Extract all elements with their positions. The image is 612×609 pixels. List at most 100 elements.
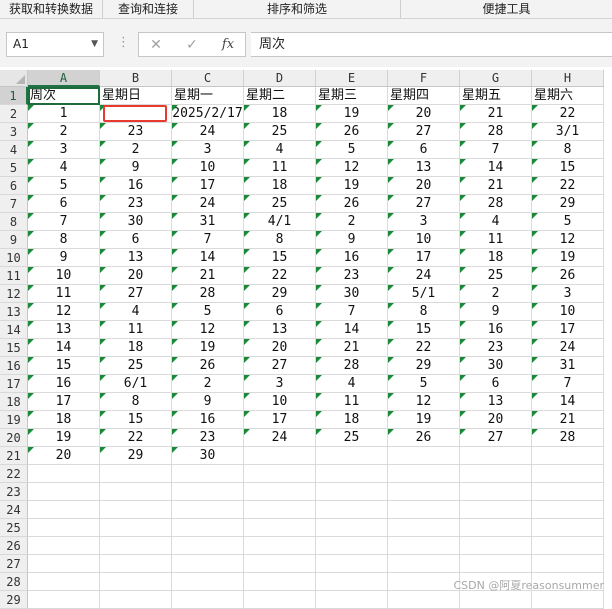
cell-d3[interactable]: 25 xyxy=(244,123,316,141)
cell-a8[interactable]: 7 xyxy=(28,213,100,231)
cell-e14[interactable]: 14 xyxy=(316,321,388,339)
cell-a28[interactable] xyxy=(28,573,100,591)
cell-g14[interactable]: 16 xyxy=(460,321,532,339)
cell-b29[interactable] xyxy=(100,591,172,609)
cell-a21[interactable]: 20 xyxy=(28,447,100,465)
cell-a1[interactable]: 周次 xyxy=(28,87,100,105)
cell-c2[interactable]: 2025/2/17 xyxy=(172,105,244,123)
row-header-25[interactable]: 25 xyxy=(0,519,28,537)
cell-a23[interactable] xyxy=(28,483,100,501)
cell-f17[interactable]: 5 xyxy=(388,375,460,393)
cell-f5[interactable]: 13 xyxy=(388,159,460,177)
cell-g19[interactable]: 20 xyxy=(460,411,532,429)
ribbon-group-sort-filter[interactable]: 排序和筛选 xyxy=(194,0,401,18)
row-header-27[interactable]: 27 xyxy=(0,555,28,573)
cell-g16[interactable]: 30 xyxy=(460,357,532,375)
cell-d13[interactable]: 6 xyxy=(244,303,316,321)
cell-f28[interactable] xyxy=(388,573,460,591)
cell-d14[interactable]: 13 xyxy=(244,321,316,339)
cell-d17[interactable]: 3 xyxy=(244,375,316,393)
row-header-12[interactable]: 12 xyxy=(0,285,28,303)
column-header-b[interactable]: B xyxy=(100,70,172,87)
cell-a25[interactable] xyxy=(28,519,100,537)
row-header-5[interactable]: 5 xyxy=(0,159,28,177)
cell-b11[interactable]: 20 xyxy=(100,267,172,285)
cell-h5[interactable]: 15 xyxy=(532,159,604,177)
row-header-22[interactable]: 22 xyxy=(0,465,28,483)
cell-e8[interactable]: 2 xyxy=(316,213,388,231)
cell-h19[interactable]: 21 xyxy=(532,411,604,429)
cell-e7[interactable]: 26 xyxy=(316,195,388,213)
cell-e11[interactable]: 23 xyxy=(316,267,388,285)
cell-g20[interactable]: 27 xyxy=(460,429,532,447)
cell-e10[interactable]: 16 xyxy=(316,249,388,267)
cell-a9[interactable]: 8 xyxy=(28,231,100,249)
row-header-18[interactable]: 18 xyxy=(0,393,28,411)
cell-c10[interactable]: 14 xyxy=(172,249,244,267)
cell-c28[interactable] xyxy=(172,573,244,591)
cell-f29[interactable] xyxy=(388,591,460,609)
column-header-d[interactable]: D xyxy=(244,70,316,87)
cell-e16[interactable]: 28 xyxy=(316,357,388,375)
cell-g15[interactable]: 23 xyxy=(460,339,532,357)
cell-f2[interactable]: 20 xyxy=(388,105,460,123)
cell-f20[interactable]: 26 xyxy=(388,429,460,447)
cell-e22[interactable] xyxy=(316,465,388,483)
cell-d25[interactable] xyxy=(244,519,316,537)
cell-h26[interactable] xyxy=(532,537,604,555)
cell-h27[interactable] xyxy=(532,555,604,573)
cell-f9[interactable]: 10 xyxy=(388,231,460,249)
cell-g4[interactable]: 7 xyxy=(460,141,532,159)
cell-h2[interactable]: 22 xyxy=(532,105,604,123)
column-header-f[interactable]: F xyxy=(388,70,460,87)
cell-e29[interactable] xyxy=(316,591,388,609)
cell-h3[interactable]: 3/1 xyxy=(532,123,604,141)
cell-d28[interactable] xyxy=(244,573,316,591)
cell-g1[interactable]: 星期五 xyxy=(460,87,532,105)
cell-d9[interactable]: 8 xyxy=(244,231,316,249)
cell-b4[interactable]: 2 xyxy=(100,141,172,159)
cell-h12[interactable]: 3 xyxy=(532,285,604,303)
select-all-button[interactable] xyxy=(0,70,28,87)
cell-d22[interactable] xyxy=(244,465,316,483)
row-header-7[interactable]: 7 xyxy=(0,195,28,213)
row-header-17[interactable]: 17 xyxy=(0,375,28,393)
cell-a14[interactable]: 13 xyxy=(28,321,100,339)
cell-b25[interactable] xyxy=(100,519,172,537)
cell-c5[interactable]: 10 xyxy=(172,159,244,177)
row-header-28[interactable]: 28 xyxy=(0,573,28,591)
cell-c21[interactable]: 30 xyxy=(172,447,244,465)
cell-f13[interactable]: 8 xyxy=(388,303,460,321)
row-header-20[interactable]: 20 xyxy=(0,429,28,447)
cell-b12[interactable]: 27 xyxy=(100,285,172,303)
cell-a6[interactable]: 5 xyxy=(28,177,100,195)
enter-icon[interactable]: ✓ xyxy=(181,35,203,55)
cell-b1[interactable]: 星期日 xyxy=(100,87,172,105)
cell-d15[interactable]: 20 xyxy=(244,339,316,357)
cell-h10[interactable]: 19 xyxy=(532,249,604,267)
cell-e2[interactable]: 19 xyxy=(316,105,388,123)
cell-c13[interactable]: 5 xyxy=(172,303,244,321)
cell-g12[interactable]: 2 xyxy=(460,285,532,303)
cell-f18[interactable]: 12 xyxy=(388,393,460,411)
cell-e1[interactable]: 星期三 xyxy=(316,87,388,105)
cell-g6[interactable]: 21 xyxy=(460,177,532,195)
cell-b22[interactable] xyxy=(100,465,172,483)
row-header-2[interactable]: 2 xyxy=(0,105,28,123)
cell-b20[interactable]: 22 xyxy=(100,429,172,447)
cell-h29[interactable] xyxy=(532,591,604,609)
cell-c27[interactable] xyxy=(172,555,244,573)
cell-b27[interactable] xyxy=(100,555,172,573)
row-header-1[interactable]: 1 xyxy=(0,87,28,105)
cell-g22[interactable] xyxy=(460,465,532,483)
cell-c18[interactable]: 9 xyxy=(172,393,244,411)
cell-e27[interactable] xyxy=(316,555,388,573)
cell-c25[interactable] xyxy=(172,519,244,537)
cell-f1[interactable]: 星期四 xyxy=(388,87,460,105)
cell-a2[interactable]: 1 xyxy=(28,105,100,123)
cell-f12[interactable]: 5/1 xyxy=(388,285,460,303)
cell-c7[interactable]: 24 xyxy=(172,195,244,213)
cell-h23[interactable] xyxy=(532,483,604,501)
cell-b3[interactable]: 23 xyxy=(100,123,172,141)
cell-d26[interactable] xyxy=(244,537,316,555)
